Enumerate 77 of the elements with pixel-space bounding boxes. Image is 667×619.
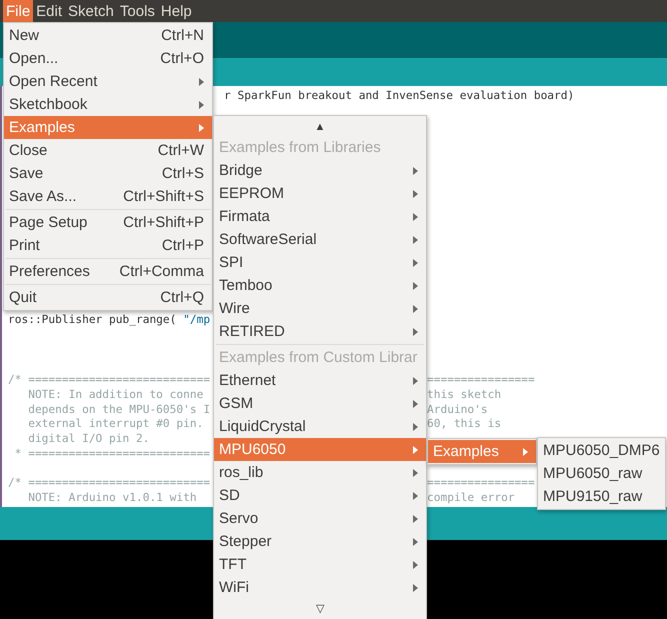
- submenu-arrow-icon: [199, 124, 204, 132]
- menubar-item[interactable]: Sketch: [65, 0, 117, 22]
- code-line: r SparkFun breakout and InvenSense evaluation board): [224, 89, 574, 102]
- code-comment: /* ===========================: [8, 476, 210, 491]
- menu-item[interactable]: Bridge: [214, 159, 426, 182]
- menu-item[interactable]: EEPROM: [214, 182, 426, 205]
- menu-item[interactable]: MPU9150_raw: [538, 485, 665, 508]
- menu-section-header: Examples from Libraries: [219, 139, 382, 156]
- menu-item[interactable]: MPU6050_raw: [538, 462, 665, 485]
- code-comment: ================: [427, 373, 535, 388]
- menu-item[interactable]: New Ctrl+N: [4, 24, 212, 47]
- code-comment: * ===========================: [14, 446, 210, 462]
- submenu-arrow-icon: [199, 78, 204, 86]
- submenu-arrow-icon: [413, 468, 418, 476]
- menu-item[interactable]: Save Ctrl+S: [4, 162, 212, 185]
- menu-item[interactable]: SoftwareSerial: [214, 228, 426, 251]
- menu-item[interactable]: MPU6050_DMP6: [538, 439, 665, 462]
- menu-item[interactable]: Wire: [214, 297, 426, 320]
- submenu-arrow-icon: [413, 422, 418, 430]
- code-comment: 60, this is: [427, 417, 502, 432]
- menu-item[interactable]: TFT: [214, 553, 426, 576]
- menu-item[interactable]: Sketchbook: [4, 93, 212, 116]
- submenu-arrow-icon: [523, 448, 528, 456]
- menu-item[interactable]: WiFi: [214, 576, 426, 599]
- menu-section-header: Examples from Custom Librar: [219, 349, 418, 366]
- menubar-item[interactable]: Edit: [33, 0, 66, 22]
- menu-item[interactable]: Open Recent: [4, 70, 212, 93]
- submenu-arrow-icon: [413, 304, 418, 312]
- menu-item[interactable]: Save As... Ctrl+Shift+S: [4, 185, 212, 208]
- submenu-arrow-icon: [413, 560, 418, 568]
- menu-item[interactable]: SD: [214, 484, 426, 507]
- submenu-arrow-icon: [413, 538, 418, 546]
- code-comment: compile error: [427, 490, 515, 506]
- submenu-arrow-icon: [413, 236, 418, 244]
- submenu-arrow-icon: [413, 400, 418, 408]
- menu-item[interactable]: Firmata: [214, 205, 426, 228]
- submenu-arrow-icon: [413, 492, 418, 500]
- submenu-arrow-icon: [413, 376, 418, 384]
- menu-item[interactable]: ros_lib: [214, 461, 426, 484]
- submenu-arrow-icon: [413, 584, 418, 592]
- code-comment: this sketch: [427, 388, 502, 403]
- submenu-arrow-icon: [413, 446, 418, 454]
- code-comment: NOTE: Arduino v1.0.1 with: [27, 490, 197, 506]
- code-line: ros::Publisher pub_range( "/mp: [8, 312, 210, 326]
- menubar-item[interactable]: Tools: [116, 0, 158, 22]
- menu-item[interactable]: Close Ctrl+W: [4, 139, 212, 162]
- scroll-arrow[interactable]: ▲: [314, 120, 326, 132]
- submenu-arrow-icon: [413, 212, 418, 220]
- menu-item[interactable]: Open... Ctrl+O: [4, 47, 212, 70]
- code-comment: ================: [427, 476, 535, 491]
- code-comment: external interrupt #0 pin.: [27, 417, 204, 432]
- code-comment: digital I/O pin 2.: [27, 432, 150, 447]
- scroll-arrow[interactable]: ▽: [316, 602, 324, 615]
- menu-item[interactable]: Ethernet: [214, 369, 426, 392]
- menubar-item[interactable]: Help: [158, 0, 195, 22]
- menu-item[interactable]: Servo: [214, 507, 426, 530]
- menu-item[interactable]: GSM: [214, 392, 426, 415]
- menu-item[interactable]: Stepper: [214, 530, 426, 553]
- code-comment: /* ===========================: [8, 373, 210, 388]
- submenu-arrow-icon: [413, 282, 418, 290]
- code-comment: Arduino's: [427, 402, 488, 418]
- menu-item[interactable]: SPI: [214, 251, 426, 274]
- code-comment: depends on the MPU-6050's I: [27, 402, 210, 418]
- menu-item[interactable]: Print Ctrl+P: [4, 234, 212, 257]
- submenu-arrow-icon: [199, 100, 204, 108]
- menu-item[interactable]: Quit Ctrl+Q: [4, 286, 212, 309]
- code-comment: NOTE: In addition to conne: [27, 388, 204, 403]
- menu-item[interactable]: Preferences Ctrl+Comma: [4, 260, 212, 283]
- submenu-arrow-icon: [413, 190, 418, 198]
- menu-item[interactable]: Page Setup Ctrl+Shift+P: [4, 211, 212, 234]
- submenu-arrow-icon: [413, 166, 418, 174]
- menu-item[interactable]: LiquidCrystal: [214, 415, 426, 438]
- submenu-arrow-icon: [413, 514, 418, 522]
- submenu-arrow-icon: [413, 258, 418, 266]
- menu-item[interactable]: RETIRED: [214, 320, 426, 343]
- submenu-arrow-icon: [413, 328, 418, 336]
- menu-item[interactable]: Temboo: [214, 274, 426, 297]
